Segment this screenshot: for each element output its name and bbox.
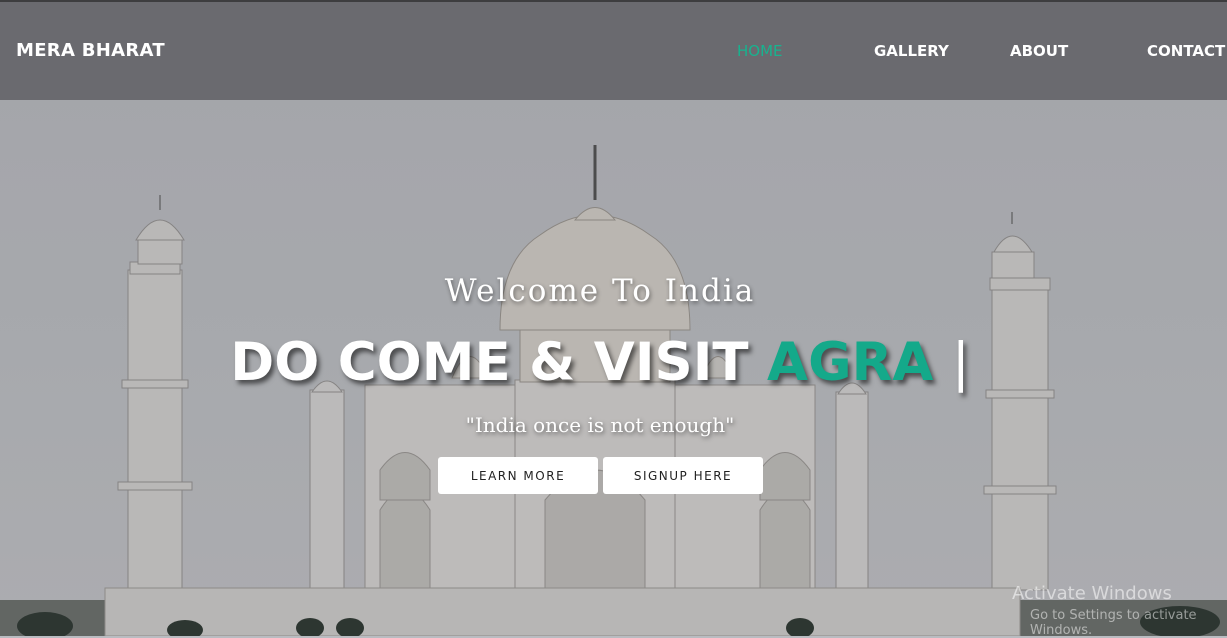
brand-logo[interactable]: MERA BHARAT (16, 40, 165, 61)
hero-tagline: "India once is not enough" (465, 413, 735, 437)
hero-welcome: Welcome To India (444, 273, 756, 309)
nav-gallery[interactable]: GALLERY (874, 42, 949, 60)
signup-button[interactable]: SIGNUP HERE (603, 457, 763, 494)
activate-windows-watermark: Activate Windows (1012, 583, 1172, 604)
learn-more-button[interactable]: LEARN MORE (438, 457, 598, 494)
headline-accent: AGRA (767, 332, 934, 393)
navbar: MERA BHARAT HOME GALLERY ABOUT CONTACT (0, 0, 1227, 100)
nav-contact[interactable]: CONTACT (1147, 42, 1225, 60)
nav-home[interactable]: HOME (737, 42, 783, 60)
typing-cursor: | (951, 332, 970, 393)
hero-headline: DO COME & VISIT AGRA | (0, 332, 1200, 393)
headline-prefix: DO COME & VISIT (230, 332, 749, 393)
activate-windows-subtitle: Go to Settings to activate Windows. (1030, 608, 1197, 638)
nav-about[interactable]: ABOUT (1010, 42, 1068, 60)
